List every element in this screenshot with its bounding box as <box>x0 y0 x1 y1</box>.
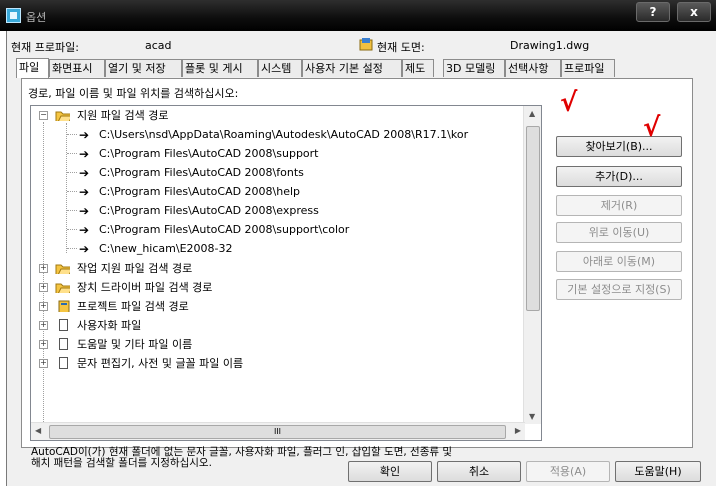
current-drawing-value: Drawing1.dwg <box>510 39 590 52</box>
tab-plot-publish[interactable]: 플롯 및 게시 <box>182 59 258 77</box>
tree-path-item[interactable]: ➔ C:\Program Files\AutoCAD 2008\fonts <box>31 163 521 182</box>
tab-open-save[interactable]: 열기 및 저장 <box>105 59 182 77</box>
tree-path-item[interactable]: ➔ C:\Program Files\AutoCAD 2008\express <box>31 201 521 220</box>
tab-profiles[interactable]: 프로파일 <box>561 59 615 77</box>
expand-icon[interactable]: + <box>39 302 48 311</box>
tab-drafting[interactable]: 제도 <box>402 59 434 77</box>
expand-icon[interactable]: + <box>39 321 48 330</box>
tree-vertical-scrollbar[interactable]: ▲ ▼ <box>523 106 541 424</box>
set-current-button[interactable]: 기본 설정으로 지정(S) <box>556 279 682 300</box>
expand-icon[interactable]: + <box>39 264 48 273</box>
expand-icon[interactable]: + <box>39 340 48 349</box>
tab-system[interactable]: 시스템 <box>258 59 302 77</box>
tab-user-preferences[interactable]: 사용자 기본 설정 <box>302 59 402 77</box>
document-icon <box>59 357 68 369</box>
path-text: C:\Program Files\AutoCAD 2008\support\co… <box>99 223 350 236</box>
tree-label: 장치 드라이버 파일 검색 경로 <box>77 281 213 294</box>
current-drawing-label: 현재 도면: <box>377 41 425 54</box>
tree-caption: 경로, 파일 이름 및 파일 위치를 검색하십시오: <box>28 87 239 100</box>
tree-label: 작업 지원 파일 검색 경로 <box>77 262 193 275</box>
tree-horizontal-scrollbar[interactable]: ◀ III ▶ <box>31 422 525 440</box>
arrow-right-icon: ➔ <box>79 242 90 256</box>
horizontal-scroll-thumb[interactable]: III <box>49 425 506 439</box>
remove-button[interactable]: 제거(R) <box>556 195 682 216</box>
tree-node-help-files[interactable]: + 도움말 및 기타 파일 이름 <box>31 335 521 354</box>
tab-display[interactable]: 화면표시 <box>49 59 105 77</box>
arrow-right-icon: ➔ <box>79 166 90 180</box>
arrow-right-icon: ➔ <box>79 204 90 218</box>
folder-open-icon <box>55 111 70 121</box>
tree-path-item[interactable]: ➔ C:\Users\nsd\AppData\Roaming\Autodesk\… <box>31 125 521 144</box>
tree-label: 문자 편집기, 사전 및 글꼴 파일 이름 <box>77 357 244 370</box>
ok-button[interactable]: 확인 <box>348 461 432 482</box>
window-title: 옵션 <box>26 11 47 24</box>
path-text: C:\Program Files\AutoCAD 2008\fonts <box>99 166 304 179</box>
path-text: C:\Program Files\AutoCAD 2008\help <box>99 185 301 198</box>
current-profile-label: 현재 프로파일: <box>11 41 79 54</box>
scroll-up-icon[interactable]: ▲ <box>529 109 535 118</box>
scroll-down-icon[interactable]: ▼ <box>529 412 535 421</box>
expand-icon[interactable]: + <box>39 283 48 292</box>
tab-selection[interactable]: 선택사항 <box>505 59 561 77</box>
tree-node-customization[interactable]: + 사용자화 파일 <box>31 316 521 335</box>
path-text: C:\Program Files\AutoCAD 2008\support <box>99 147 319 160</box>
tree-path-item[interactable]: ➔ C:\Program Files\AutoCAD 2008\support <box>31 144 521 163</box>
annotation-checkmark: √ <box>560 88 578 118</box>
collapse-icon[interactable]: − <box>39 111 48 120</box>
tab-files[interactable]: 파일 <box>16 58 49 78</box>
options-dialog: 현재 프로파일: acad 현재 도면: Drawing1.dwg 파일 화면표… <box>6 31 716 486</box>
move-down-button[interactable]: 아래로 이동(M) <box>556 251 682 272</box>
tree-label: 사용자화 파일 <box>77 319 142 332</box>
arrow-right-icon: ➔ <box>79 185 90 199</box>
move-up-button[interactable]: 위로 이동(U) <box>556 222 682 243</box>
arrow-right-icon: ➔ <box>79 223 90 237</box>
app-icon <box>6 8 21 23</box>
tree-node-working-support[interactable]: + 작업 지원 파일 검색 경로 <box>31 259 521 278</box>
help-title-button[interactable]: ? <box>636 2 670 22</box>
browse-button[interactable]: 찾아보기(B)... <box>556 136 682 157</box>
title-bar: 옵션 ? x <box>0 0 716 31</box>
close-title-button[interactable]: x <box>677 2 711 22</box>
tree-label: 프로젝트 파일 검색 경로 <box>77 300 189 313</box>
arrow-right-icon: ➔ <box>79 128 90 142</box>
expand-icon[interactable]: + <box>39 359 48 368</box>
tab-3d-modeling[interactable]: 3D 모델링 <box>443 59 505 77</box>
current-profile-value: acad <box>145 39 172 52</box>
scroll-left-icon[interactable]: ◀ <box>35 426 41 435</box>
files-tab-panel: 경로, 파일 이름 및 파일 위치를 검색하십시오: − 지원 파일 검색 경로… <box>21 78 693 469</box>
folder-open-icon <box>55 264 70 274</box>
vertical-scroll-thumb[interactable] <box>526 126 540 311</box>
tree-label: 지원 파일 검색 경로 <box>77 109 169 122</box>
drawing-icon <box>359 38 373 51</box>
path-text: C:\Program Files\AutoCAD 2008\express <box>99 204 319 217</box>
apply-button[interactable]: 적용(A) <box>526 461 610 482</box>
arrow-right-icon: ➔ <box>79 147 90 161</box>
tree-path-item[interactable]: ➔ C:\Program Files\AutoCAD 2008\support\… <box>31 220 521 239</box>
tree-path-item[interactable]: ➔ C:\new_hicam\E2008-32 <box>31 239 521 258</box>
path-text: C:\Users\nsd\AppData\Roaming\Autodesk\Au… <box>99 128 469 141</box>
tree-node-text-editor[interactable]: + 문자 편집기, 사전 및 글꼴 파일 이름 <box>31 354 521 373</box>
cancel-button[interactable]: 취소 <box>437 461 521 482</box>
folder-open-icon <box>55 283 70 293</box>
add-button[interactable]: 추가(D)... <box>556 166 682 187</box>
annotation-checkmark: √ <box>643 113 661 143</box>
project-icon <box>58 300 70 312</box>
tree-node-project-files[interactable]: + 프로젝트 파일 검색 경로 <box>31 297 521 316</box>
tree-label: 도움말 및 기타 파일 이름 <box>77 338 193 351</box>
scroll-right-icon[interactable]: ▶ <box>515 426 521 435</box>
document-icon <box>59 338 68 350</box>
tree-node-support-paths[interactable]: − 지원 파일 검색 경로 <box>31 106 521 125</box>
tree-node-device-driver[interactable]: + 장치 드라이버 파일 검색 경로 <box>31 278 521 297</box>
search-path-tree[interactable]: − 지원 파일 검색 경로 ➔ C:\Users\nsd\AppData\Roa… <box>30 105 542 441</box>
path-text: C:\new_hicam\E2008-32 <box>99 242 233 255</box>
document-icon <box>59 319 68 331</box>
help-button[interactable]: 도움말(H) <box>615 461 701 482</box>
tree-path-item[interactable]: ➔ C:\Program Files\AutoCAD 2008\help <box>31 182 521 201</box>
